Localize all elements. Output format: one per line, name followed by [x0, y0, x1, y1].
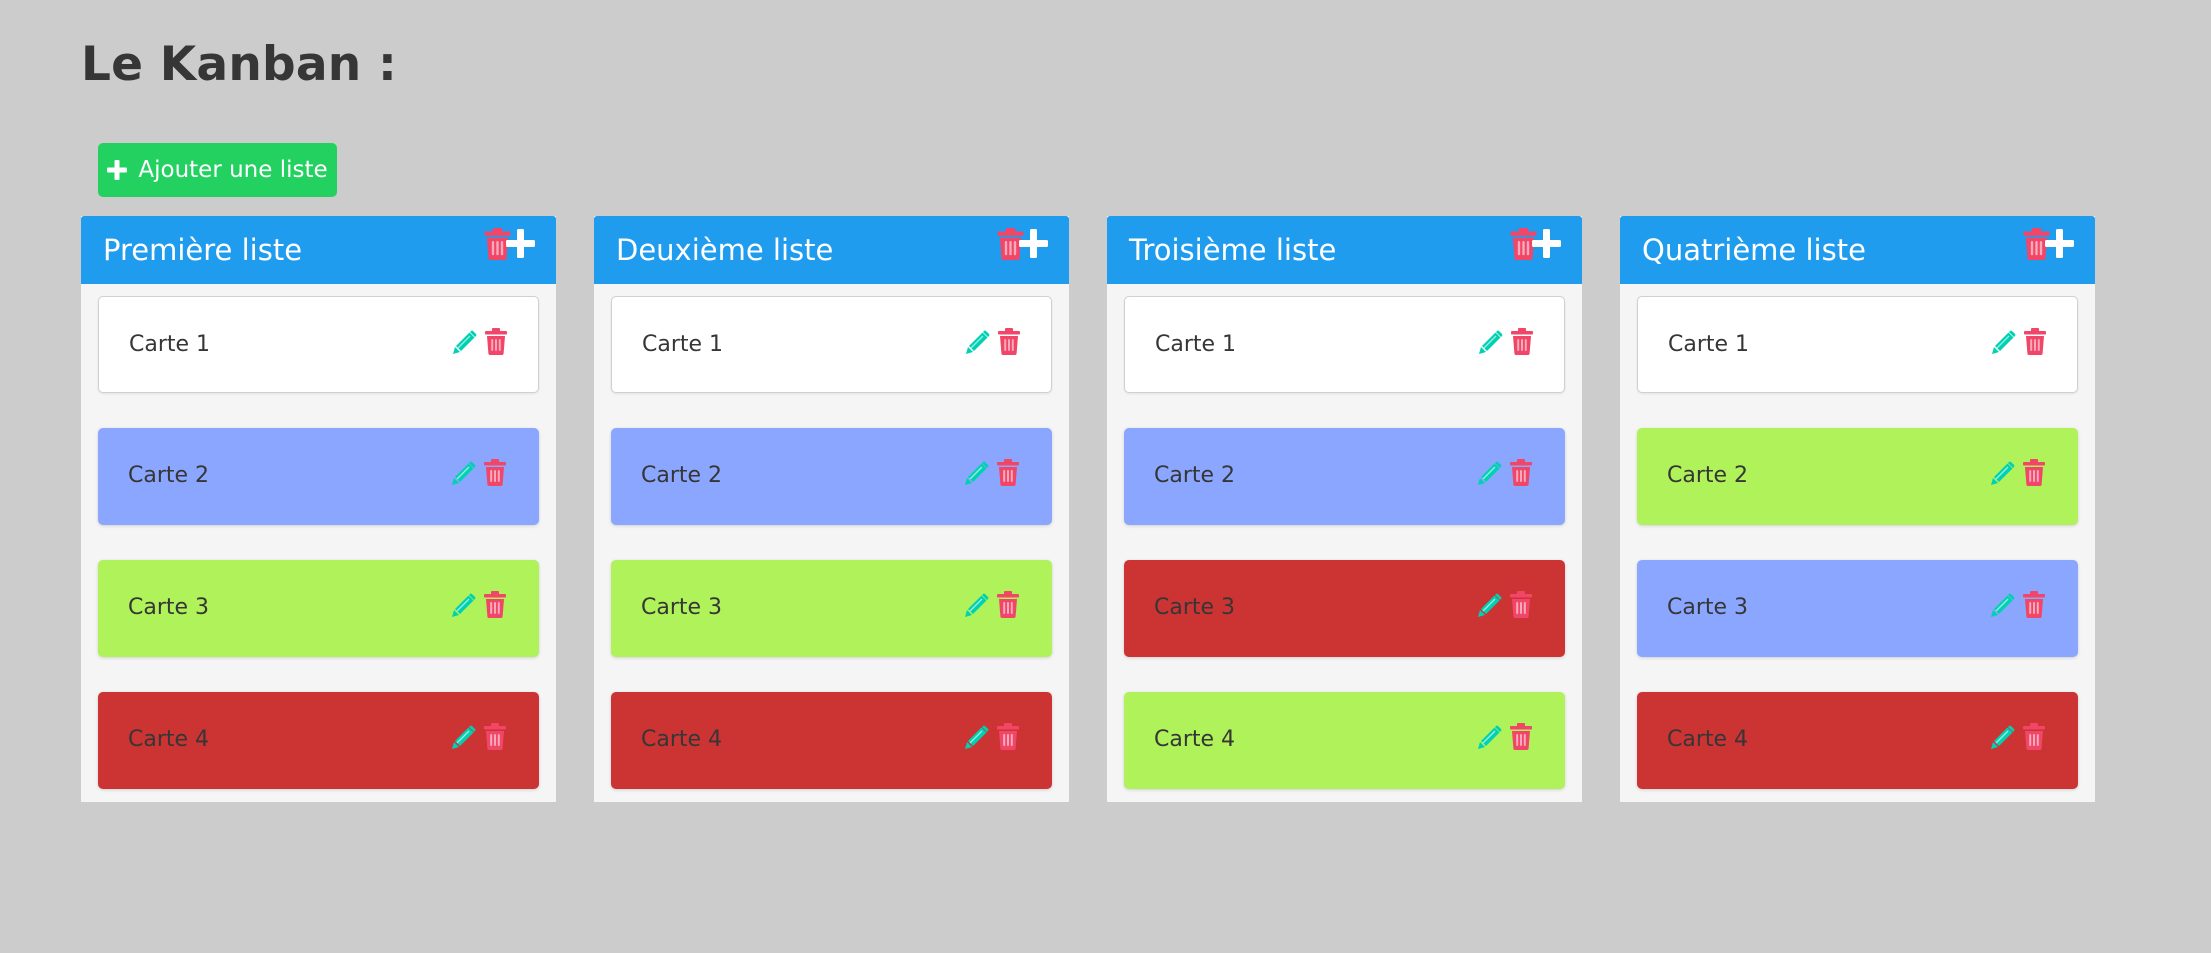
pencil-icon[interactable] — [451, 725, 476, 750]
add-card-plus-icon[interactable] — [1532, 229, 1561, 258]
pencil-icon[interactable] — [964, 593, 989, 618]
kanban-list: Deuxième liste Carte 1 Carte 2 Carte 3 Carte… — [594, 216, 1069, 802]
trash-icon[interactable] — [484, 723, 506, 750]
kanban-card[interactable]: Carte 1 — [611, 296, 1052, 393]
pencil-icon[interactable] — [1478, 330, 1503, 355]
card-label: Carte 4 — [1154, 727, 1236, 752]
trash-icon[interactable] — [1511, 328, 1533, 355]
trash-icon[interactable] — [1510, 723, 1532, 750]
card-label: Carte 3 — [1154, 595, 1236, 620]
trash-icon[interactable] — [997, 459, 1019, 486]
trash-icon[interactable] — [997, 591, 1019, 618]
kanban-card[interactable]: Carte 4 — [98, 692, 539, 789]
pencil-icon[interactable] — [451, 461, 476, 486]
trash-icon[interactable] — [2023, 723, 2045, 750]
kanban-list: Troisième liste Carte 1 Carte 2 Carte 3 Cart… — [1107, 216, 1582, 802]
add-list-label: Ajouter une liste — [138, 157, 328, 183]
pencil-icon[interactable] — [1990, 593, 2015, 618]
pencil-icon[interactable] — [1990, 725, 2015, 750]
pencil-icon[interactable] — [964, 725, 989, 750]
card-label: Carte 2 — [128, 463, 210, 488]
add-card-plus-icon[interactable] — [506, 229, 535, 258]
list-title[interactable]: Troisième liste — [1129, 232, 1336, 268]
kanban-list: Première liste Carte 1 Carte 2 Carte 3 Carte… — [81, 216, 556, 802]
plus-icon — [107, 160, 128, 180]
pencil-icon[interactable] — [452, 330, 477, 355]
pencil-icon[interactable] — [1990, 461, 2015, 486]
card-label: Carte 4 — [641, 727, 723, 752]
kanban-card[interactable]: Carte 2 — [98, 428, 539, 525]
list-header: Quatrième liste — [1620, 216, 2095, 284]
kanban-card[interactable]: Carte 4 — [1637, 692, 2078, 789]
trash-icon[interactable] — [997, 723, 1019, 750]
add-card-plus-icon[interactable] — [1019, 229, 1048, 258]
card-label: Carte 1 — [1668, 332, 1750, 357]
card-label: Carte 4 — [128, 727, 210, 752]
add-card-plus-icon[interactable] — [2045, 229, 2074, 258]
trash-icon[interactable] — [484, 591, 506, 618]
card-list: Carte 1 Carte 2 Carte 3 Carte 4 — [611, 296, 1052, 824]
pencil-icon[interactable] — [1477, 593, 1502, 618]
list-header: Deuxième liste — [594, 216, 1069, 284]
card-label: Carte 1 — [1155, 332, 1237, 357]
kanban-card[interactable]: Carte 4 — [1124, 692, 1565, 789]
pencil-icon[interactable] — [1477, 725, 1502, 750]
trash-icon[interactable] — [1510, 459, 1532, 486]
pencil-icon[interactable] — [1477, 461, 1502, 486]
kanban-card[interactable]: Carte 1 — [98, 296, 539, 393]
kanban-card[interactable]: Carte 1 — [1637, 296, 2078, 393]
card-label: Carte 3 — [128, 595, 210, 620]
kanban-card[interactable]: Carte 3 — [611, 560, 1052, 657]
kanban-card[interactable]: Carte 4 — [611, 692, 1052, 789]
trash-icon[interactable] — [484, 459, 506, 486]
kanban-card[interactable]: Carte 2 — [1124, 428, 1565, 525]
trash-icon[interactable] — [2023, 591, 2045, 618]
pencil-icon[interactable] — [965, 330, 990, 355]
kanban-card[interactable]: Carte 2 — [1637, 428, 2078, 525]
pencil-icon[interactable] — [451, 593, 476, 618]
trash-icon[interactable] — [1510, 591, 1532, 618]
list-header: Troisième liste — [1107, 216, 1582, 284]
card-label: Carte 2 — [1667, 463, 1749, 488]
card-label: Carte 3 — [641, 595, 723, 620]
pencil-icon[interactable] — [1991, 330, 2016, 355]
page-title: Le Kanban : — [81, 37, 397, 92]
kanban-card[interactable]: Carte 3 — [1124, 560, 1565, 657]
kanban-card[interactable]: Carte 3 — [1637, 560, 2078, 657]
trash-icon[interactable] — [998, 328, 1020, 355]
trash-icon[interactable] — [2023, 459, 2045, 486]
card-list: Carte 1 Carte 2 Carte 3 Carte 4 — [1637, 296, 2078, 824]
card-list: Carte 1 Carte 2 Carte 3 Carte 4 — [1124, 296, 1565, 824]
kanban-list: Quatrième liste Carte 1 Carte 2 Carte 3 Cart… — [1620, 216, 2095, 802]
card-list: Carte 1 Carte 2 Carte 3 Carte 4 — [98, 296, 539, 824]
list-title[interactable]: Quatrième liste — [1642, 232, 1866, 268]
list-header: Première liste — [81, 216, 556, 284]
kanban-card[interactable]: Carte 2 — [611, 428, 1052, 525]
card-label: Carte 4 — [1667, 727, 1749, 752]
card-label: Carte 1 — [129, 332, 211, 357]
card-label: Carte 2 — [1154, 463, 1236, 488]
list-title[interactable]: Deuxième liste — [616, 232, 833, 268]
pencil-icon[interactable] — [964, 461, 989, 486]
kanban-card[interactable]: Carte 1 — [1124, 296, 1565, 393]
card-label: Carte 1 — [642, 332, 724, 357]
list-title[interactable]: Première liste — [103, 232, 302, 268]
add-list-button[interactable]: Ajouter une liste — [98, 143, 337, 197]
trash-icon[interactable] — [485, 328, 507, 355]
trash-icon[interactable] — [2024, 328, 2046, 355]
card-label: Carte 3 — [1667, 595, 1749, 620]
kanban-card[interactable]: Carte 3 — [98, 560, 539, 657]
card-label: Carte 2 — [641, 463, 723, 488]
kanban-board: Première liste Carte 1 Carte 2 Carte 3 Carte… — [81, 216, 2095, 802]
